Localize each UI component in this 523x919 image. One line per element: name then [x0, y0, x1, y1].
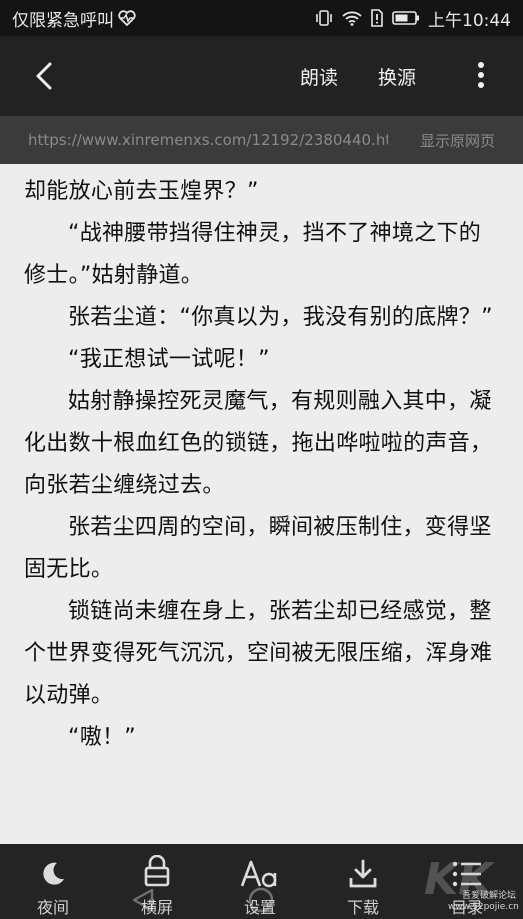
more-options-button[interactable] — [470, 58, 492, 94]
vibrate-icon — [314, 9, 334, 27]
paragraph: 姑射静操控死灵魔气，有规则融入其中，凝化出数十根血红色的锁链，拖出哗啦啦的声音，… — [24, 389, 493, 498]
list-icon — [451, 854, 483, 894]
more-vertical-icon — [478, 62, 484, 88]
wifi-icon — [342, 10, 362, 26]
paragraph: “战神腰带挡得住神灵，挡不了神境之下的修士。”姑射静道。 — [24, 221, 482, 288]
rotate-lock-icon — [140, 854, 174, 894]
sim-alert-icon — [370, 9, 384, 27]
table-of-contents-label: 目录 — [450, 898, 483, 917]
landscape-button[interactable]: 横屏 — [112, 844, 202, 919]
settings-button[interactable]: 设置 — [215, 844, 305, 919]
read-aloud-button[interactable]: 朗读 — [300, 63, 338, 90]
source-url-text: https://www.xinremenxs.com/12192/2380440… — [28, 131, 388, 149]
source-url-bar: https://www.xinremenxs.com/12192/2380440… — [0, 116, 523, 164]
night-mode-button[interactable]: 夜间 — [8, 844, 98, 919]
font-settings-icon — [240, 854, 280, 894]
status-bar: 仅限紧急呼叫 上午10:44 — [0, 0, 523, 36]
paragraph: 张若尘道：“你真以为，我没有别的底牌？” — [68, 305, 493, 330]
paragraph: 锁链尚未缠在身上，张若尘却已经感觉，整个世界变得死气沉沉，空间被无限压缩，浑身难… — [24, 599, 493, 708]
moon-icon — [38, 854, 68, 894]
table-of-contents-button[interactable]: 目录 — [422, 844, 512, 919]
show-original-page-link[interactable]: 显示原网页 — [420, 130, 495, 151]
download-label: 下载 — [346, 898, 379, 917]
top-app-bar: 朗读 换源 — [0, 36, 523, 116]
heart-pulse-icon — [118, 10, 136, 26]
download-icon — [347, 854, 379, 894]
paragraph: “嗷！” — [68, 725, 136, 750]
battery-icon — [392, 10, 420, 26]
settings-label: 设置 — [243, 898, 276, 917]
emergency-calls-text: 仅限紧急呼叫 — [12, 10, 114, 31]
paragraph: “我正想试一试呢！” — [68, 347, 270, 372]
change-source-button[interactable]: 换源 — [378, 63, 416, 90]
chevron-left-icon — [36, 62, 52, 90]
night-mode-label: 夜间 — [36, 898, 69, 917]
download-button[interactable]: 下载 — [318, 844, 408, 919]
back-button[interactable] — [28, 56, 64, 96]
landscape-label: 横屏 — [140, 898, 173, 917]
paragraph: 却能放心前去玉煌界？” — [24, 179, 259, 204]
bottom-toolbar: 夜间 横屏 设置 下载 目录 — [0, 844, 523, 919]
status-time: 上午10:44 — [428, 10, 511, 31]
paragraph: 张若尘四周的空间，瞬间被压制住，变得坚固无比。 — [24, 515, 492, 582]
reader-content[interactable]: 却能放心前去玉煌界？” “战神腰带挡得住神灵，挡不了神境之下的修士。”姑射静道。… — [0, 164, 523, 844]
